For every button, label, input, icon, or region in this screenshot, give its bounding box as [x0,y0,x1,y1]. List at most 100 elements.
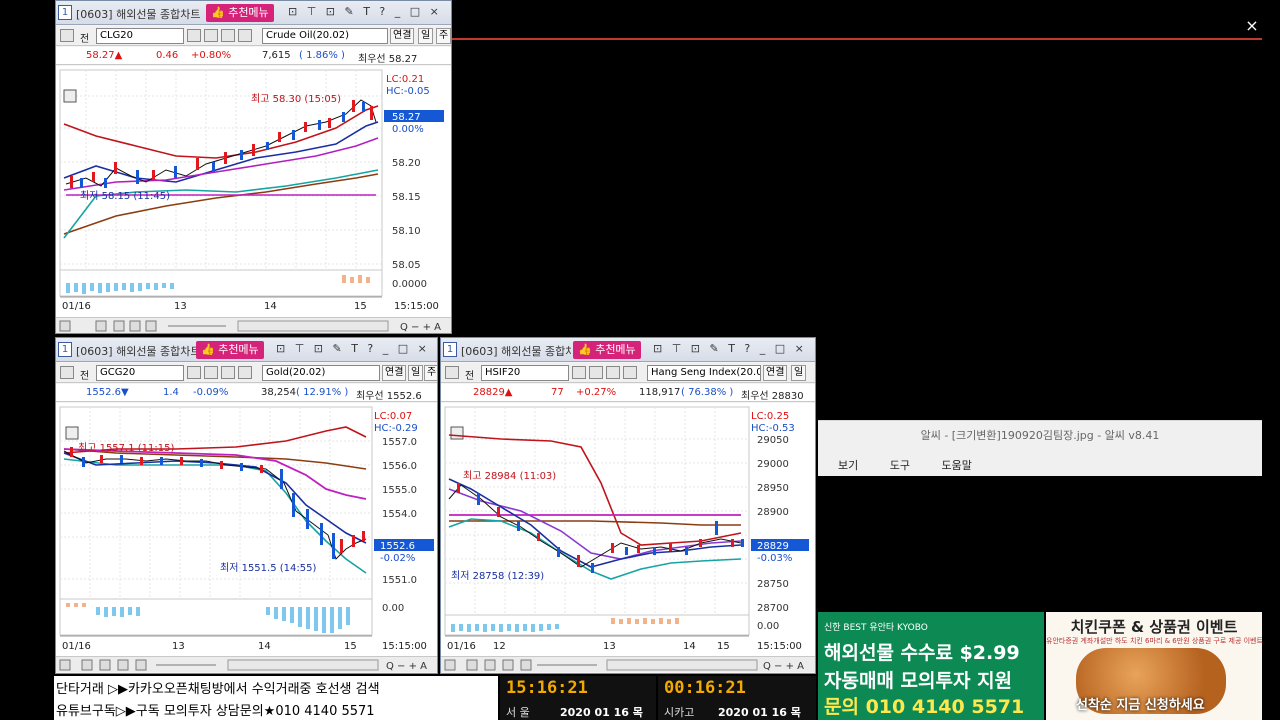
stepper-icon[interactable] [238,366,252,379]
window-tools[interactable]: ⊡ ⊤ ⊡ ✎ T ? _ □ × [276,342,430,355]
recommend-menu-button[interactable]: 👍 추천메뉴 [206,4,274,22]
chart-scrollbar[interactable]: Q − + A [441,656,815,672]
time-label: 15:15:00 [382,641,427,652]
week-button[interactable]: 주 [424,365,437,381]
menu-item-tools[interactable]: 도구 [890,459,910,472]
link-button[interactable]: 연결 [763,365,788,381]
y-tick: 1557.0 [382,437,417,448]
y-tick: 1556.0 [382,461,417,472]
sub-y-tick: 0.0000 [392,279,427,290]
low-label: 최저 1551.5 (14:55) [220,562,316,574]
symbol-toolbar: 전 HSIF20 Hang Seng Index(20.02) 연결 일 [441,363,815,383]
symbol-code-select[interactable]: CLG20 [96,28,184,44]
window-title: [0603] 해외선물 종합차트 [76,345,201,358]
time-label: 15:15:00 [394,301,439,312]
chart-scrollbar[interactable]: Q − + A [56,317,451,333]
day-button[interactable]: 일 [408,365,424,381]
price-chart[interactable]: 최고 28984 (11:03) 최저 28758 (12:39) LC:0.2… [441,403,815,659]
price-chart[interactable]: 최고 58.30 (15:05) 최저 58.15 (11:45) LC:0.2… [56,66,451,319]
link-icon[interactable] [60,366,74,379]
title-bar[interactable]: 1 [0603] 해외선물 종합차트 👍 추천메뉴 ⊡ ⊤ ⊡ ✎ T ? _ … [56,1,451,25]
menu-item-view[interactable]: 보기 [838,459,858,472]
date-label: 15 [717,641,730,652]
broker-logos: 신한 BEST 유안타 KYOBO [824,623,928,633]
clock-city: 시카고 [664,706,695,719]
background-app-window: 알씨 - [크기변환]190920김팀장.jpg - 알씨 v8.41 보기 도… [818,420,1262,476]
week-button[interactable]: 주 [436,28,451,44]
symbol-toolbar: 전 CLG20 Crude Oil(20.02) 연결 일 주 [56,26,451,46]
price-change: 0.46 [156,50,179,61]
sub-y-tick: 0.00 [757,621,779,632]
title-bar[interactable]: 1 [0603] 해외선물 종합차트 👍 추천메뉴 ⊡ ⊤ ⊡ ✎ T ? _ … [441,338,815,362]
low-label: 최저 28758 (12:39) [451,570,544,582]
symbol-name-field[interactable]: Hang Seng Index(20.02) [647,365,761,381]
change-rate: -0.09% [193,387,229,398]
chart-window-crude[interactable]: 1 [0603] 해외선물 종합차트 👍 추천메뉴 ⊡ ⊤ ⊡ ✎ T ? _ … [55,0,452,334]
symbol-code-select[interactable]: HSIF20 [481,365,569,381]
ticker-panel: 단타거래 ▷▶카카오오픈채팅방에서 수익거래중 호선생 검색 유튜브구독▷▶구독… [54,676,498,720]
y-tick: 28700 [757,603,789,614]
window-tools[interactable]: ⊡ ⊤ ⊡ ✎ T ? _ □ × [653,342,807,355]
price-tag: 28829 [757,541,789,552]
background-app-menu: 보기 도구 도움말 [838,457,1000,473]
link-button[interactable]: 연결 [390,28,415,44]
search-icon[interactable] [187,366,201,379]
y-tick: 28900 [757,507,789,518]
link-icon[interactable] [445,366,459,379]
y-tick: 58.15 [392,192,421,203]
clock-city: 서 울 [506,706,530,719]
price-chart[interactable]: 최고 1557.1 (11:15) 최저 1551.5 (14:55) LC:0… [56,403,437,659]
window-title: [0603] 해외선물 종합차트 [461,345,571,358]
svg-text:Q − + A: Q − + A [386,661,427,672]
chart-window-gold[interactable]: 1 [0603] 해외선물 종합차트 👍 추천메뉴 ⊡ ⊤ ⊡ ✎ T ? _ … [55,337,438,674]
ad-banner-chicken[interactable]: 치킨쿠폰 & 상품권 이벤트 유안타증권 계좌개설만 하도 치킨 6마리 & 6… [1046,612,1263,720]
date-label: 13 [603,641,616,652]
chart-window-hangseng[interactable]: 1 [0603] 해외선물 종합차트 👍 추천메뉴 ⊡ ⊤ ⊡ ✎ T ? _ … [440,337,816,674]
y-tick: 58.05 [392,260,421,271]
change-rate: +0.27% [576,387,617,398]
symbol-name-field[interactable]: Gold(20.02) [262,365,380,381]
price-change: 77 [551,387,564,398]
high-label: 최고 28984 (11:03) [463,470,556,482]
clock-time: 00:16:21 [664,678,746,698]
compare-icon[interactable] [204,29,218,42]
compare-icon[interactable] [589,366,603,379]
search-icon[interactable] [187,29,201,42]
chart-scrollbar[interactable]: Q − + A [56,656,437,672]
low-label: 최저 58.15 (11:45) [80,190,170,202]
current-price: 1552.6▼ [86,387,129,398]
y-tick: 1554.0 [382,509,417,520]
title-bar[interactable]: 1 [0603] 해외선물 종합차트 👍 추천메뉴 ⊡ ⊤ ⊡ ✎ T ? _ … [56,338,437,362]
date-label: 13 [174,301,187,312]
ticker-line-1: 단타거래 ▷▶카카오오픈채팅방에서 수익거래중 호선생 검색 [56,682,380,697]
high-label: 최고 58.30 (15:05) [251,93,341,105]
stepper-icon[interactable] [623,366,637,379]
menu-item-help[interactable]: 도움말 [942,459,972,472]
recommend-menu-button[interactable]: 👍 추천메뉴 [573,341,641,359]
day-button[interactable]: 일 [418,28,434,44]
link-button[interactable]: 연결 [382,365,407,381]
date-label: 13 [172,641,185,652]
ad-banner-futures[interactable]: 신한 BEST 유안타 KYOBO 해외선물 수수료 $2.99 자동매매 모의… [818,612,1044,720]
stepper-icon[interactable] [238,29,252,42]
sound-icon[interactable] [221,29,235,42]
symbol-code-select[interactable]: GCG20 [96,365,184,381]
best-quote: 최우선 28830 [741,391,804,402]
background-app-title: 알씨 - [크기변환]190920김팀장.jpg - 알씨 v8.41 [920,429,1160,442]
search-icon[interactable] [572,366,586,379]
symbol-name-field[interactable]: Crude Oil(20.02) [262,28,388,44]
banner-cta: 선착순 지금 신청하세요 [1076,698,1205,713]
window-number: 1 [58,5,72,20]
recommend-menu-button[interactable]: 👍 추천메뉴 [196,341,264,359]
sound-icon[interactable] [606,366,620,379]
compare-icon[interactable] [204,366,218,379]
clock-time: 15:16:21 [506,678,588,698]
jeon-label: 전 [465,371,475,382]
window-tools[interactable]: ⊡ ⊤ ⊡ ✎ T ? _ □ × [288,5,442,18]
close-icon[interactable]: × [1243,16,1261,36]
sound-icon[interactable] [221,366,235,379]
day-button[interactable]: 일 [791,365,807,381]
link-icon[interactable] [60,29,74,42]
svg-text:Q − + A: Q − + A [400,322,441,333]
window-number: 1 [443,342,457,357]
